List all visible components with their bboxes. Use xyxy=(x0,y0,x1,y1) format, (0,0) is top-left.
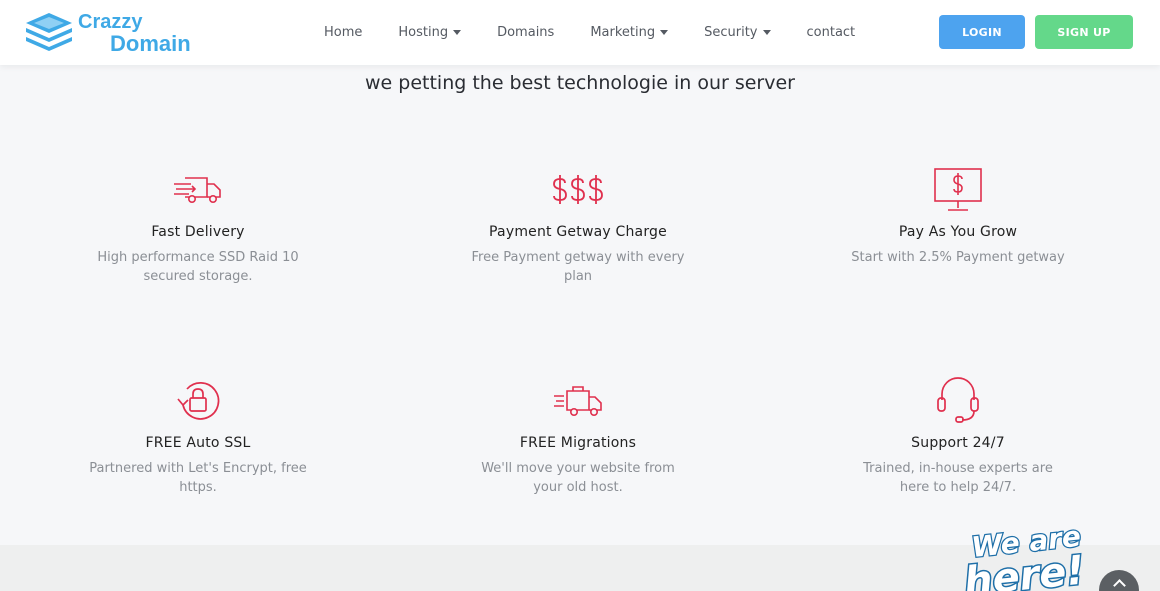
feature-title: Pay As You Grow xyxy=(898,224,1018,240)
chevron-up-icon xyxy=(1112,579,1126,591)
section-headline: we petting the best technologie in our s… xyxy=(365,72,795,94)
server-stack-icon xyxy=(26,13,72,51)
feature-card-payment-charge: Payment Getway Charge Free Payment getwa… xyxy=(428,166,728,286)
feature-card-free-migrations: FREE Migrations We'll move your website … xyxy=(428,377,728,497)
brand-name: Crazzy Domain xyxy=(78,11,191,55)
feature-description: Start with 2.5% Payment getway xyxy=(851,250,1065,265)
feature-title: Fast Delivery xyxy=(151,224,245,240)
dollar-signs-icon xyxy=(553,175,603,204)
top-navbar: Crazzy Domain Home Hosting Domains Marke… xyxy=(0,0,1160,65)
delivery-truck-icon xyxy=(174,177,221,203)
nav-marketing[interactable]: Marketing xyxy=(590,25,669,40)
caret-down-icon xyxy=(660,30,669,35)
nav-home[interactable]: Home xyxy=(324,25,362,40)
main-nav: Home Hosting Domains Marketing Security … xyxy=(300,0,891,65)
nav-marketing-label: Marketing xyxy=(590,25,656,40)
dollar-monitor-icon xyxy=(934,168,982,211)
feature-card-support: Support 24/7 Trained, in-house experts a… xyxy=(808,377,1108,497)
brand-name-line1: Crazzy xyxy=(78,11,143,33)
we-are-here-chat-badge[interactable]: We are here! xyxy=(960,518,1110,591)
login-button[interactable]: LOGIN xyxy=(939,15,1025,49)
nav-home-label: Home xyxy=(324,25,363,40)
ssl-lock-icon xyxy=(177,382,220,420)
nav-security[interactable]: Security xyxy=(704,25,771,40)
caret-down-icon xyxy=(453,30,462,35)
feature-description: Free Payment getway with every plan xyxy=(471,250,685,284)
nav-domains-label: Domains xyxy=(497,25,555,40)
feature-title: FREE Auto SSL xyxy=(145,435,251,451)
feature-title: Payment Getway Charge xyxy=(489,224,667,240)
caret-down-icon xyxy=(762,30,771,35)
signup-button[interactable]: SIGN UP xyxy=(1035,15,1133,49)
feature-description: High performance SSD Raid 10 secured sto… xyxy=(97,250,299,284)
feature-card-pay-as-you-grow: Pay As You Grow Start with 2.5% Payment … xyxy=(808,166,1108,267)
brand-name-line2: Domain xyxy=(110,31,191,56)
feature-card-auto-ssl: FREE Auto SSL Partnered with Let's Encry… xyxy=(48,377,348,497)
feature-description: Trained, in-house experts are here to he… xyxy=(863,461,1053,495)
feature-card-fast-delivery: Fast Delivery High performance SSD Raid … xyxy=(48,166,348,286)
nav-domains[interactable]: Domains xyxy=(497,25,554,40)
feature-title: Support 24/7 xyxy=(911,435,1005,451)
nav-security-label: Security xyxy=(704,25,758,40)
brand-logo[interactable]: Crazzy Domain xyxy=(24,11,214,57)
nav-contact-label: contact xyxy=(806,25,856,40)
feature-description: We'll move your website from your old ho… xyxy=(481,461,675,495)
nav-hosting-label: Hosting xyxy=(398,25,449,40)
nav-contact[interactable]: contact xyxy=(807,25,856,40)
migration-truck-icon xyxy=(554,386,602,416)
headset-icon xyxy=(937,377,979,423)
feature-title: FREE Migrations xyxy=(519,435,637,451)
nav-hosting[interactable]: Hosting xyxy=(398,25,462,40)
feature-description: Partnered with Let's Encrypt, free https… xyxy=(89,461,307,495)
